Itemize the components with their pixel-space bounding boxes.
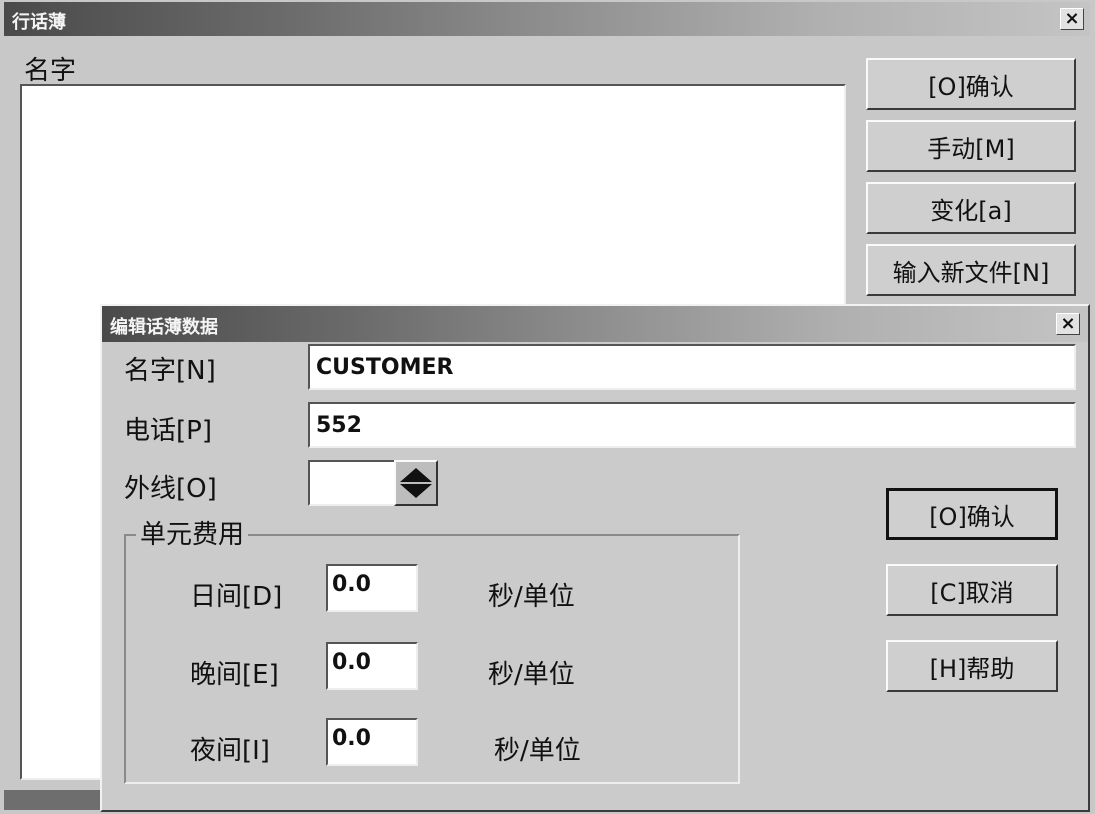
main-new-file-button[interactable]: 输入新文件[N]	[866, 244, 1076, 296]
main-close-button[interactable]: ×	[1060, 8, 1084, 30]
day-unit-label: 秒/单位	[488, 582, 575, 612]
night-unit-label: 秒/单位	[494, 736, 581, 766]
dialog-title-bar[interactable]: 编辑话薄数据 ×	[102, 306, 1088, 342]
dialog-cancel-button[interactable]: [C]取消	[886, 564, 1058, 616]
unit-cost-group: 单元费用 日间[D] 0.0 秒/单位 晚间[E] 0.0 秒/单位 夜间[I]…	[124, 514, 740, 784]
outline-spinner[interactable]	[394, 460, 438, 506]
main-name-label: 名字	[24, 56, 77, 86]
evening-cost-value: 0.0	[332, 650, 371, 675]
evening-unit-label: 秒/单位	[488, 660, 575, 690]
edit-dialog: 编辑话薄数据 × 名字[N] CUSTOMER 电话[P] 552 外线[O] …	[100, 304, 1090, 812]
outline-label: 外线[O]	[124, 474, 217, 504]
dialog-confirm-button[interactable]: [O]确认	[886, 488, 1058, 540]
night-label: 夜间[I]	[190, 736, 270, 766]
evening-label: 晚间[E]	[190, 660, 279, 690]
main-bottom-strip	[4, 790, 100, 810]
phone-input[interactable]: 552	[308, 402, 1076, 448]
phone-value: 552	[316, 413, 362, 438]
phone-label: 电话[P]	[124, 416, 212, 446]
close-icon: ×	[1060, 313, 1076, 334]
night-cost-value: 0.0	[332, 726, 371, 751]
main-confirm-button[interactable]: [O]确认	[866, 58, 1076, 110]
day-cost-value: 0.0	[332, 572, 371, 597]
outline-input[interactable]	[308, 460, 396, 506]
night-cost-input[interactable]: 0.0	[326, 718, 418, 766]
dialog-help-button[interactable]: [H]帮助	[886, 640, 1058, 692]
main-title-bar[interactable]: 行话薄 ×	[4, 2, 1090, 36]
day-label: 日间[D]	[190, 582, 283, 612]
dialog-title: 编辑话薄数据	[110, 317, 218, 338]
day-cost-input[interactable]: 0.0	[326, 564, 418, 612]
name-label: 名字[N]	[124, 356, 216, 386]
main-manual-button[interactable]: 手动[M]	[866, 120, 1076, 172]
dialog-close-button[interactable]: ×	[1056, 313, 1080, 335]
evening-cost-input[interactable]: 0.0	[326, 642, 418, 690]
main-window-title: 行话薄	[12, 12, 66, 33]
spinner-arrows-icon	[400, 468, 432, 498]
name-value: CUSTOMER	[316, 355, 454, 380]
name-input[interactable]: CUSTOMER	[308, 344, 1076, 390]
close-icon: ×	[1064, 8, 1080, 29]
unit-cost-group-label: 单元费用	[136, 514, 249, 551]
main-change-button[interactable]: 变化[a]	[866, 182, 1076, 234]
